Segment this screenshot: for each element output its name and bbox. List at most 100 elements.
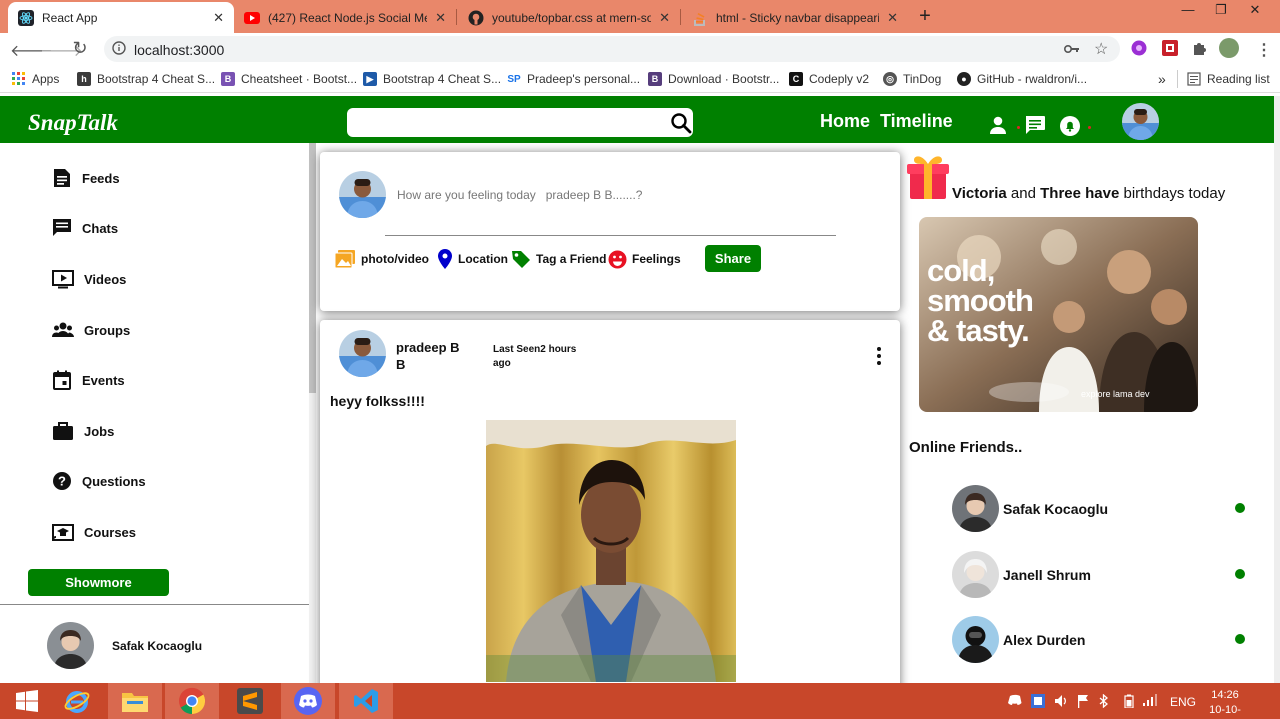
search-input[interactable]: [347, 108, 693, 137]
reading-list-button[interactable]: Reading list: [1187, 70, 1270, 88]
chrome-menu-icon[interactable]: ⋮: [1256, 40, 1272, 60]
timeline-link[interactable]: Timeline: [880, 111, 953, 132]
flag-icon[interactable]: [1077, 694, 1089, 711]
sublime-text-icon[interactable]: [223, 683, 277, 719]
new-tab-button[interactable]: +: [915, 5, 935, 28]
file-explorer-icon[interactable]: [108, 683, 162, 719]
puzzle-extensions-icon[interactable]: [1191, 40, 1207, 61]
location-option[interactable]: Location: [437, 249, 508, 269]
more-vert-icon[interactable]: [873, 346, 885, 371]
online-friend-name[interactable]: Alex Durden: [1003, 632, 1085, 648]
vscode-icon[interactable]: [339, 683, 393, 719]
bookmark-tindog[interactable]: ◎ TinDog: [883, 70, 941, 88]
close-window-button[interactable]: ✕: [1240, 0, 1270, 22]
close-tab-icon[interactable]: ✕: [659, 10, 670, 26]
omnibox[interactable]: [104, 36, 1120, 62]
back-icon[interactable]: 🡐: [10, 40, 53, 61]
online-friend-name[interactable]: Safak Kocaoglu: [1003, 501, 1108, 517]
tab-title: html - Sticky navbar disappearing: [716, 10, 880, 25]
internet-explorer-icon[interactable]: [50, 683, 104, 719]
battery-icon[interactable]: [1124, 694, 1134, 711]
page-scrollbar[interactable]: [1274, 96, 1280, 686]
help-icon: ?: [53, 472, 71, 490]
share-input[interactable]: How are you feeling today pradeep B B...…: [397, 188, 642, 202]
home-link[interactable]: Home: [820, 111, 870, 132]
birthday-name-a[interactable]: Victoria: [952, 185, 1007, 202]
sidebar-item-courses[interactable]: Courses: [52, 521, 136, 543]
sidebar-scroll-thumb[interactable]: [309, 143, 316, 393]
tab-github[interactable]: youtube/topbar.css at mern-soci ✕: [458, 2, 680, 33]
app-tray-icon[interactable]: [1031, 694, 1045, 711]
tab-stackoverflow[interactable]: html - Sticky navbar disappearing ✕: [682, 2, 908, 33]
bookmark-github[interactable]: ● GitHub - rwaldron/i...: [957, 70, 1087, 88]
url-text[interactable]: localhost:3000: [134, 42, 224, 58]
discord-tray-icon[interactable]: [1008, 694, 1022, 709]
close-tab-icon[interactable]: ✕: [887, 10, 898, 26]
post-username[interactable]: pradeep B B: [396, 339, 466, 373]
github-icon: ●: [957, 72, 971, 86]
sidebar-item-videos[interactable]: Videos: [52, 268, 126, 290]
star-icon[interactable]: ☆: [1094, 39, 1108, 59]
forward-icon[interactable]: 🡒: [40, 40, 83, 61]
bookmark-apps[interactable]: Apps: [12, 70, 59, 88]
extension-red-icon[interactable]: [1162, 40, 1178, 61]
online-friend-avatar[interactable]: [952, 551, 999, 598]
bookmark-bootstrap-cheat-2[interactable]: ▶ Bootstrap 4 Cheat S...: [363, 70, 501, 88]
windows-start-icon[interactable]: [0, 683, 54, 719]
app-logo[interactable]: SnapTalk: [28, 110, 118, 136]
bookmark-download-bootstrap[interactable]: B Download · Bootstr...: [648, 70, 779, 88]
showmore-button[interactable]: Showmore: [28, 569, 169, 596]
share-card: [320, 152, 900, 311]
extension-purple-icon[interactable]: [1131, 40, 1147, 61]
online-friend-avatar[interactable]: [952, 616, 999, 663]
minimize-button[interactable]: —: [1173, 0, 1203, 22]
close-tab-icon[interactable]: ✕: [213, 10, 224, 26]
key-icon[interactable]: [1063, 42, 1080, 60]
reload-icon[interactable]: ↻: [70, 38, 90, 59]
sidebar-item-chats[interactable]: Chats: [52, 217, 118, 239]
share-button[interactable]: Share: [705, 245, 761, 272]
friend-name[interactable]: Safak Kocaoglu: [112, 639, 202, 653]
tag-icon: [512, 251, 530, 268]
friend-avatar[interactable]: [47, 622, 94, 669]
volume-icon[interactable]: [1054, 694, 1068, 711]
close-tab-icon[interactable]: ✕: [435, 10, 446, 26]
notifications-icon[interactable]: [1059, 115, 1081, 142]
chat-icon[interactable]: [1024, 115, 1046, 140]
info-icon[interactable]: [112, 41, 126, 60]
online-friend-avatar[interactable]: [952, 485, 999, 532]
tag-friend-option[interactable]: Tag a Friend: [511, 249, 606, 269]
bluetooth-icon[interactable]: [1099, 693, 1109, 711]
maximize-button[interactable]: ❐: [1206, 0, 1236, 22]
sidebar-item-events[interactable]: Events: [52, 369, 125, 391]
sidebar-item-feeds[interactable]: Feeds: [52, 167, 120, 189]
search-icon[interactable]: [670, 112, 692, 139]
profile-avatar[interactable]: [1219, 38, 1239, 58]
sidebar-item-jobs[interactable]: Jobs: [52, 420, 114, 442]
taskbar-clock[interactable]: 14:26 10-10-2021: [1200, 688, 1250, 719]
sidebar-item-groups[interactable]: Groups: [52, 319, 130, 341]
bookmark-codeply[interactable]: C Codeply v2: [789, 70, 869, 88]
user-avatar[interactable]: [1122, 103, 1159, 140]
photo-video-option[interactable]: photo/video: [334, 249, 429, 269]
language-indicator[interactable]: ENG: [1170, 695, 1196, 709]
chrome-icon[interactable]: [165, 683, 219, 719]
post-image[interactable]: [486, 420, 736, 682]
discord-icon[interactable]: [281, 683, 335, 719]
sidebar-item-questions[interactable]: ? Questions: [52, 470, 146, 492]
tab-youtube[interactable]: (427) React Node.js Social Media ✕: [234, 2, 456, 33]
bookmark-bootstrap-cheat[interactable]: h Bootstrap 4 Cheat S...: [77, 70, 215, 88]
online-friends-title: Online Friends..: [909, 439, 1023, 456]
tab-react-app[interactable]: React App ✕: [8, 2, 234, 33]
signal-icon[interactable]: [1143, 694, 1157, 709]
person-icon[interactable]: [988, 116, 1008, 139]
share-avatar[interactable]: [339, 171, 386, 218]
bookmark-cheatsheet-bootstrap[interactable]: B Cheatsheet · Bootst...: [221, 70, 357, 88]
birthday-name-b[interactable]: Three have: [1040, 185, 1119, 202]
bookmarks-overflow-button[interactable]: »: [1158, 70, 1166, 88]
bookmark-pradeep-personal[interactable]: SP Pradeep's personal...: [507, 70, 640, 88]
post-author-avatar[interactable]: [339, 330, 386, 377]
feelings-option[interactable]: Feelings: [608, 249, 681, 269]
online-friend-name[interactable]: Janell Shrum: [1003, 567, 1091, 583]
reading-list-icon: [1187, 72, 1201, 86]
